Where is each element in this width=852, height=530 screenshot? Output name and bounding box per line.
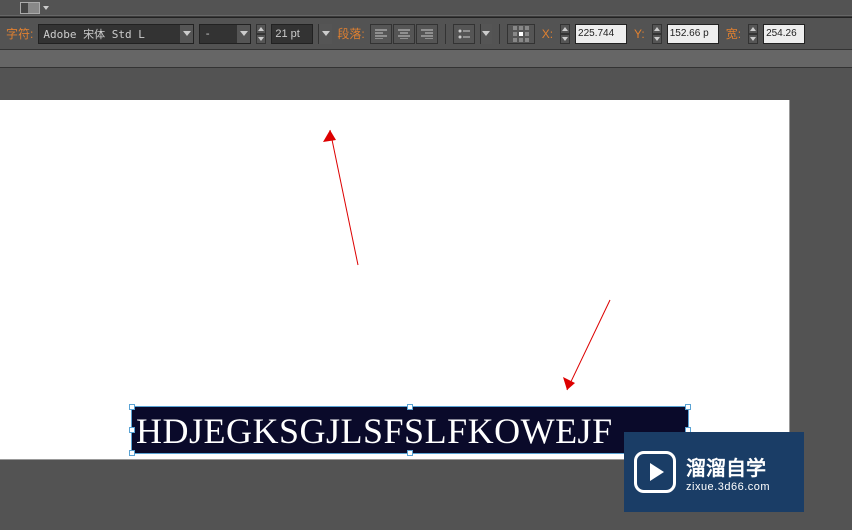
align-center-button[interactable] [393,24,415,44]
bullets-dropdown[interactable] [480,24,492,44]
font-style-combo[interactable] [199,24,251,44]
font-family-input[interactable] [39,25,179,43]
font-style-input[interactable] [200,25,236,43]
resize-handle-tl[interactable] [129,404,135,410]
divider [499,24,500,44]
width-input[interactable] [763,24,805,44]
align-group [370,24,438,44]
font-size-dropdown[interactable] [318,24,332,44]
x-input[interactable] [575,24,627,44]
watermark-subtitle: zixue.3d66.com [686,481,770,493]
resize-handle-bl[interactable] [129,450,135,456]
font-family-combo[interactable] [38,24,194,44]
align-right-button[interactable] [416,24,438,44]
font-family-dropdown[interactable] [179,25,193,43]
reference-point-grid[interactable] [507,24,535,44]
text-options-bar: 字符: 段落: [0,18,852,50]
font-size-spinner[interactable] [256,24,266,44]
watermark: 溜溜自学 zixue.3d66.com [624,432,804,512]
character-label: 字符: [6,25,33,42]
font-size-input[interactable] [271,24,313,44]
annotation-arrow-1 [320,120,370,270]
x-label: X: [540,27,555,41]
resize-handle-tr[interactable] [685,404,691,410]
text-frame[interactable]: HDJEGKSGJLSFSLFKOWEJF [131,406,689,454]
annotation-arrow-2 [555,295,625,405]
width-label: 宽: [724,25,743,42]
divider [445,24,446,44]
watermark-title: 溜溜自学 [686,452,770,481]
top-menu-bar [0,0,852,15]
text-content[interactable]: HDJEGKSGJLSFSLFKOWEJF [132,407,688,455]
y-input[interactable] [667,24,719,44]
width-spinner[interactable] [748,24,758,44]
play-icon [634,451,676,493]
panel-layout-dropdown[interactable] [43,6,49,10]
align-left-button[interactable] [370,24,392,44]
panel-layout-icon[interactable] [20,2,40,14]
font-style-dropdown[interactable] [236,25,250,43]
bullets-button[interactable] [453,24,475,44]
resize-handle-tm[interactable] [407,404,413,410]
resize-handle-bm[interactable] [407,450,413,456]
resize-handle-ml[interactable] [129,427,135,433]
y-label: Y: [632,27,647,41]
y-spinner[interactable] [652,24,662,44]
paragraph-label: 段落: [337,25,364,42]
horizontal-ruler[interactable] [0,50,852,68]
x-spinner[interactable] [560,24,570,44]
